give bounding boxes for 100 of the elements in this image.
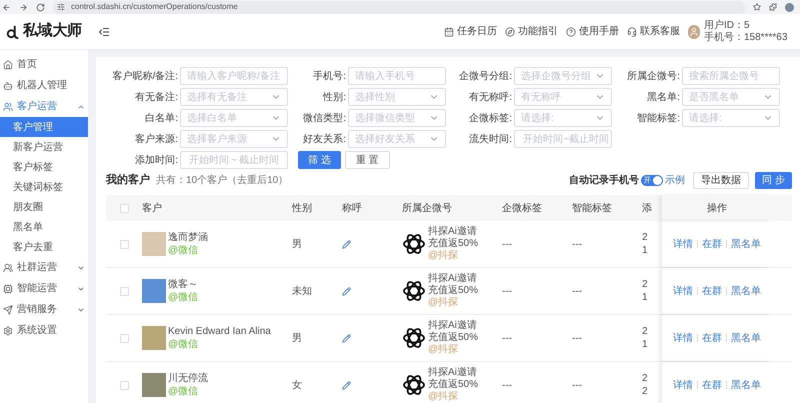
- filter-button[interactable]: 筛 选: [298, 151, 341, 169]
- date-text: 2: [642, 325, 649, 338]
- smart-tags: ---: [572, 380, 582, 390]
- logo-text: 私域大师: [23, 21, 82, 42]
- sidebar-item[interactable]: 机器人管理: [0, 75, 88, 96]
- edit-icon[interactable]: [342, 286, 351, 296]
- action-link[interactable]: 在群: [702, 236, 722, 252]
- filter-label: 性别:: [322, 90, 346, 104]
- knot-logo-icon: [402, 232, 426, 256]
- filter-label: 黑名单:: [646, 90, 680, 104]
- gender-text: 男: [292, 238, 302, 250]
- sidebar-item[interactable]: 首页: [0, 54, 88, 75]
- action-link[interactable]: 黑名单: [731, 330, 761, 346]
- sidebar-item[interactable]: 系统设置: [0, 320, 88, 341]
- sidebar-subitem[interactable]: 关键词标签: [0, 177, 88, 197]
- filter-label: 有无备注:: [134, 90, 178, 104]
- filter-label: 企微标签:: [468, 112, 512, 126]
- text-field[interactable]: 请输入客户昵称/备注: [180, 67, 288, 85]
- sidebar-item[interactable]: 营销服务: [0, 299, 88, 320]
- edit-icon[interactable]: [342, 380, 351, 390]
- action-link[interactable]: 详情: [673, 236, 693, 252]
- checkbox[interactable]: [120, 380, 128, 390]
- sidebar-item[interactable]: 社群运营: [0, 257, 88, 278]
- sync-button[interactable]: 同 步: [755, 172, 792, 189]
- sidebar-subitem[interactable]: 客户标签: [0, 157, 88, 177]
- gender-text: 未知: [292, 286, 312, 296]
- account-source: @抖探: [428, 250, 460, 262]
- bookmark-star-icon[interactable]: [753, 3, 761, 11]
- action-link[interactable]: 详情: [673, 378, 693, 392]
- user-id: 用户ID：5: [704, 20, 751, 32]
- home-icon: [3, 60, 13, 70]
- filter-label: 手机号:: [312, 70, 346, 84]
- sidebar-subitem[interactable]: 黑名单: [0, 217, 88, 237]
- example-link[interactable]: 示例: [665, 173, 686, 188]
- filter-label: 企微号分组:: [458, 70, 512, 84]
- robot-icon: [3, 80, 13, 90]
- sidebar-subitem[interactable]: 客户去重: [0, 237, 88, 257]
- action-link[interactable]: 在群: [702, 284, 722, 298]
- action-link[interactable]: 在群: [702, 378, 722, 392]
- header-link[interactable]: 使用手册: [566, 24, 619, 39]
- filter-label: 添加时间:: [134, 154, 178, 168]
- column-header: 操作: [707, 202, 727, 216]
- action-link[interactable]: 详情: [673, 284, 693, 298]
- checkbox[interactable]: [120, 334, 128, 342]
- user-avatar[interactable]: [688, 24, 700, 38]
- sidebar-subitem[interactable]: 朋友圈: [0, 197, 88, 217]
- date-text: 1: [642, 291, 649, 304]
- filter-label: 智能标签:: [636, 112, 680, 126]
- back-icon[interactable]: [2, 2, 11, 12]
- wecom-tags: ---: [502, 380, 512, 390]
- forward-icon[interactable]: [19, 2, 28, 12]
- checkbox[interactable]: [120, 204, 128, 212]
- filter-label: 所属企微号:: [626, 70, 680, 84]
- action-link[interactable]: 详情: [673, 330, 693, 346]
- photo-placeholder: [142, 232, 166, 256]
- edit-icon[interactable]: [342, 334, 351, 342]
- sidebar-subitem[interactable]: 新客户运营: [0, 137, 88, 157]
- sidebar-item[interactable]: 客户运营: [0, 96, 88, 117]
- text-field[interactable]: 请输入手机号: [348, 67, 446, 85]
- group-icon: [3, 262, 13, 272]
- reset-button[interactable]: 重 置: [344, 151, 390, 169]
- action-link[interactable]: 在群: [702, 330, 722, 346]
- knot-logo-icon: [402, 279, 426, 303]
- column-header: 企微标签: [502, 202, 542, 216]
- menu-toggle-icon[interactable]: [98, 26, 110, 38]
- users-icon: [3, 102, 13, 112]
- checkbox[interactable]: [120, 286, 128, 296]
- reload-icon[interactable]: [36, 2, 45, 12]
- headset-icon: [627, 26, 637, 36]
- customer-source: @微信: [168, 291, 198, 304]
- export-button[interactable]: 导出数据: [693, 172, 750, 189]
- extensions-icon[interactable]: [769, 3, 777, 11]
- section-title: 我的客户: [106, 172, 150, 188]
- column-header: 添: [642, 202, 652, 216]
- action-link[interactable]: 黑名单: [731, 236, 761, 252]
- action-link[interactable]: 黑名单: [731, 378, 761, 392]
- photo-placeholder: [142, 373, 166, 397]
- edit-icon[interactable]: [342, 240, 351, 248]
- sidebar-item[interactable]: 智能运营: [0, 278, 88, 299]
- knot-logo-icon: [402, 373, 426, 397]
- settings-icon: [3, 326, 13, 336]
- profile-avatar[interactable]: [785, 2, 794, 12]
- header-link[interactable]: 功能指引: [505, 24, 558, 39]
- checkbox[interactable]: [120, 240, 128, 248]
- customer-name: 川无停流: [168, 372, 208, 385]
- account-source: @抖探: [428, 297, 460, 309]
- action-link[interactable]: 黑名单: [731, 284, 761, 298]
- customer-source: @微信: [168, 244, 200, 257]
- date-text: 2: [642, 385, 649, 398]
- account-name: 充值返50%: [428, 238, 478, 250]
- address-bar[interactable]: control.sdashi.cn/customerOperations/custome: [53, 0, 745, 14]
- column-header: 所属企微号: [402, 202, 452, 216]
- filter-label: 客户昵称/备注:: [111, 70, 178, 84]
- sidebar-subitem[interactable]: 客户管理: [0, 117, 88, 137]
- text-field[interactable]: 搜索所属企微号: [682, 67, 780, 85]
- account-name: 充值返50%: [428, 379, 478, 390]
- smart-tags: ---: [572, 286, 582, 296]
- header-link[interactable]: 联系客服: [627, 24, 680, 39]
- person-icon: [689, 26, 699, 36]
- header-link[interactable]: 任务日历: [444, 24, 497, 39]
